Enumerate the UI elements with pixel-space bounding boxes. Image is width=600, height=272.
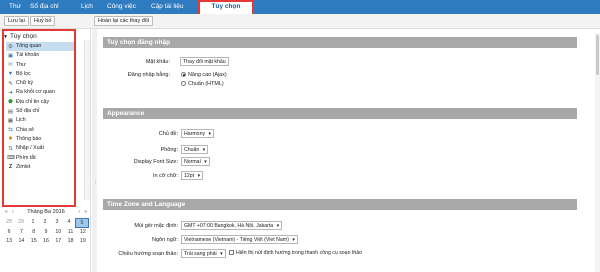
calendar-day[interactable]: 8	[28, 228, 40, 238]
show-direction-buttons-label: Hiển thị nút định hướng trong thanh công…	[236, 250, 362, 256]
compose-direction-select[interactable]: Trái sang phải	[181, 249, 226, 258]
default-timezone-label: Múi giờ mặc định:	[134, 223, 178, 229]
section-header-appearance: Appearance	[103, 108, 577, 119]
calendar-week-row: 6 7 8 9 10 11 12	[3, 228, 89, 238]
calendar-day[interactable]: 18	[64, 237, 76, 247]
radio-advanced[interactable]: Nâng cao (Ajax)	[181, 72, 227, 78]
section-header-timezone: Time Zone and Language	[103, 199, 577, 210]
cancel-button[interactable]: Huỷ bỏ	[30, 16, 56, 26]
display-font-size-label: Display Font Size:	[133, 159, 178, 165]
toolbar: Lưu lại Huỷ bỏ Hoàn lại các thay đổi	[0, 14, 600, 29]
calendar-day[interactable]: 6	[3, 228, 15, 238]
top-nav-bar: Thư Sổ địa chỉ Lịch Công việc Cặp tài li…	[0, 0, 600, 14]
theme-select[interactable]: Harmony	[181, 129, 215, 138]
radio-advanced-label: Nâng cao (Ajax)	[188, 72, 227, 78]
tab-briefcase[interactable]: Cặp tài liệu	[151, 0, 184, 14]
theme-label: Chủ đề:	[158, 131, 178, 137]
radio-unchecked-icon	[181, 81, 186, 86]
calendar-day[interactable]: 2	[39, 218, 51, 228]
section-header-login: Tuỳ chọn đăng nhập	[103, 37, 577, 48]
mini-calendar-month: Tháng Ba 2016	[27, 209, 65, 215]
next-year-icon[interactable]: »	[84, 208, 87, 216]
calendar-day[interactable]: 17	[52, 237, 64, 247]
calendar-day[interactable]: 5	[75, 218, 89, 228]
calendar-day[interactable]: 12	[77, 228, 89, 238]
font-select[interactable]: Chuẩn	[181, 145, 209, 154]
calendar-day[interactable]: 9	[40, 228, 52, 238]
scrollbar-thumb[interactable]	[596, 35, 599, 75]
password-label: Mật khẩu:	[145, 59, 170, 65]
calendar-day[interactable]: 14	[15, 237, 27, 247]
calendar-day[interactable]: 7	[15, 228, 27, 238]
calendar-day[interactable]: 29	[15, 218, 27, 228]
calendar-day[interactable]: 19	[77, 237, 89, 247]
calendar-day[interactable]: 28	[3, 218, 15, 228]
print-font-size-select[interactable]: 12pt	[181, 171, 204, 180]
radio-checked-icon	[181, 72, 186, 77]
calendar-day[interactable]: 10	[52, 228, 64, 238]
calendar-week-row: 13 14 15 16 17 18 19	[3, 237, 89, 247]
tab-address-book[interactable]: Sổ địa chỉ	[30, 0, 59, 14]
calendar-day[interactable]: 16	[40, 237, 52, 247]
checkbox-icon	[229, 250, 234, 255]
save-button[interactable]: Lưu lại	[4, 16, 29, 26]
next-month-icon[interactable]: ›	[78, 208, 80, 216]
sidebar-scrollbar[interactable]	[84, 40, 90, 200]
change-password-button[interactable]: Thay đổi mật khẩu	[180, 57, 229, 66]
content-scrollbar[interactable]	[595, 33, 600, 272]
radio-standard[interactable]: Chuẩn (HTML)	[181, 81, 224, 87]
mini-calendar-grid: 28 29 1 2 3 4 5 6 7 8 9 10 11 12 13 14 15 16 17 18 19	[3, 218, 89, 247]
calendar-day[interactable]: 15	[28, 237, 40, 247]
timezone-select[interactable]: GMT +07:00 Bangkok, Hà Nội, Jakarta	[181, 221, 283, 230]
display-font-size-select[interactable]: Normal	[181, 157, 210, 166]
mini-calendar: « ‹ Tháng Ba 2016 › » 28 29 1 2 3 4 5 6 7 8 9 10 11 1…	[3, 208, 89, 247]
mini-calendar-header: « ‹ Tháng Ba 2016 › »	[3, 208, 89, 216]
calendar-day[interactable]: 3	[51, 218, 63, 228]
prev-month-icon[interactable]: ‹	[12, 208, 14, 216]
show-direction-buttons-checkbox[interactable]: Hiển thị nút định hướng trong thanh công…	[229, 250, 362, 256]
tab-calendar[interactable]: Lịch	[81, 0, 93, 14]
language-label: Ngôn ngữ:	[151, 237, 178, 243]
compose-direction-label: Chiều hướng soạn thảo:	[118, 251, 178, 257]
print-font-size-label: In cỡ chữ:	[152, 173, 178, 179]
calendar-week-row: 28 29 1 2 3 4 5	[3, 218, 89, 228]
prev-year-icon[interactable]: «	[5, 208, 8, 216]
calendar-day[interactable]: 4	[63, 218, 75, 228]
language-select[interactable]: Vietnamese (Vietnam) - Tiếng Việt (Viet …	[181, 235, 298, 244]
radio-standard-label: Chuẩn (HTML)	[188, 81, 224, 87]
calendar-day[interactable]: 1	[27, 218, 39, 228]
font-label: Phông:	[160, 147, 178, 153]
tab-mail[interactable]: Thư	[9, 0, 21, 14]
login-using-label: Đăng nhập bằng:	[127, 72, 170, 78]
revert-changes-button[interactable]: Hoàn lại các thay đổi	[94, 16, 154, 26]
tab-tasks[interactable]: Công việc	[107, 0, 136, 14]
highlight-box-preferences-list	[2, 29, 76, 207]
calendar-day[interactable]: 11	[64, 228, 76, 238]
calendar-day[interactable]: 13	[3, 237, 15, 247]
